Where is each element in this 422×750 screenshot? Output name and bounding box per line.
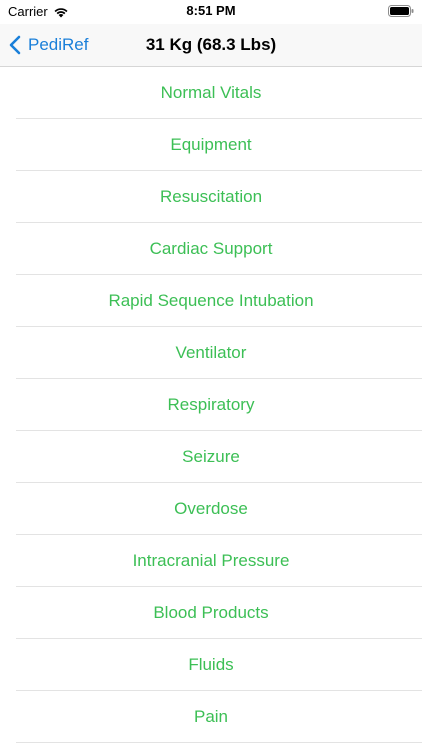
status-bar: Carrier 8:51 PM [0,0,422,24]
list-item-equipment[interactable]: Equipment [0,119,422,171]
list-item-cardiac-support[interactable]: Cardiac Support [0,223,422,275]
category-list: Normal Vitals Equipment Resuscitation Ca… [0,67,422,743]
list-item-blood-products[interactable]: Blood Products [0,587,422,639]
list-item-resuscitation[interactable]: Resuscitation [0,171,422,223]
list-item-seizure[interactable]: Seizure [0,431,422,483]
list-item-fluids[interactable]: Fluids [0,639,422,691]
back-button-label: PediRef [28,35,89,54]
list-item-intracranial-pressure[interactable]: Intracranial Pressure [0,535,422,587]
back-button[interactable]: PediRef [8,24,88,66]
list-item-rapid-sequence-intubation[interactable]: Rapid Sequence Intubation [0,275,422,327]
list-item-pain[interactable]: Pain [0,691,422,743]
list-item-normal-vitals[interactable]: Normal Vitals [0,67,422,119]
status-time: 8:51 PM [186,3,236,18]
list-item-respiratory[interactable]: Respiratory [0,379,422,431]
list-item-overdose[interactable]: Overdose [0,483,422,535]
battery-icon [388,5,414,17]
navigation-bar: 31 Kg (68.3 Lbs) PediRef [0,24,422,67]
chevron-left-icon [9,35,21,55]
list-item-ventilator[interactable]: Ventilator [0,327,422,379]
